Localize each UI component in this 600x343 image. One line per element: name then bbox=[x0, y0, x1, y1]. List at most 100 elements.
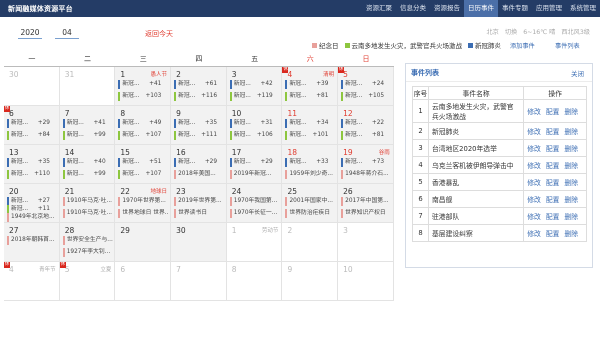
day-cell[interactable]: 30 bbox=[4, 67, 60, 106]
delete-action[interactable]: 删除 bbox=[564, 108, 578, 116]
calendar-event[interactable]: 世界地球日 世界... bbox=[118, 209, 168, 218]
day-cell[interactable]: 28 世界安全生产与... 1927年李大钊... bbox=[59, 223, 116, 262]
day-cell[interactable]: 16 新冠... +29 2018年美国... bbox=[171, 145, 227, 184]
calendar-event[interactable]: 新冠... +111 bbox=[174, 131, 224, 140]
edit-action[interactable]: 修改 bbox=[527, 213, 541, 221]
day-cell[interactable]: 18 新冠... +33 1959年刘少奇... bbox=[282, 145, 339, 184]
calendar-event[interactable]: 新冠... +51 bbox=[118, 158, 168, 167]
day-cell[interactable]: 31 bbox=[59, 67, 116, 106]
edit-action[interactable]: 修改 bbox=[527, 230, 541, 238]
day-cell[interactable]: 9 bbox=[282, 262, 339, 301]
calendar-event[interactable]: 新冠... +119 bbox=[229, 92, 280, 101]
calendar-event[interactable]: 2001年国家中... bbox=[285, 197, 335, 206]
config-action[interactable]: 配置 bbox=[546, 196, 560, 204]
delete-action[interactable]: 删除 bbox=[564, 128, 578, 136]
calendar-event[interactable]: 1959年刘少奇... bbox=[285, 170, 335, 179]
calendar-event[interactable]: 新冠... +49 bbox=[118, 119, 168, 128]
calendar-event[interactable]: 1910年马克·吐... bbox=[62, 209, 113, 218]
calendar-event[interactable]: 世界读书日 bbox=[174, 209, 224, 218]
back-to-today-button[interactable]: 返回今天 bbox=[145, 29, 173, 39]
edit-action[interactable]: 修改 bbox=[527, 128, 541, 136]
calendar-event[interactable]: 新冠... +39 bbox=[285, 80, 335, 89]
calendar-event[interactable]: 新冠... +40 bbox=[62, 158, 113, 167]
config-action[interactable]: 配置 bbox=[546, 108, 560, 116]
config-action[interactable]: 配置 bbox=[546, 213, 560, 221]
calendar-event[interactable]: 新冠... +42 bbox=[229, 80, 280, 89]
day-cell[interactable]: 6 bbox=[115, 262, 172, 301]
calendar-event[interactable]: 新冠... +110 bbox=[7, 170, 57, 179]
nav-item[interactable]: 事件专题 bbox=[498, 0, 532, 17]
day-cell[interactable]: 23 2019年世界第... 世界读书日 bbox=[171, 184, 227, 223]
panel-close-button[interactable]: 关闭 bbox=[571, 68, 584, 78]
config-action[interactable]: 配置 bbox=[546, 145, 560, 153]
event-list-link[interactable]: 事件列表 bbox=[555, 41, 580, 50]
calendar-event[interactable]: 新冠... +81 bbox=[341, 131, 391, 140]
calendar-event[interactable]: 新冠... +105 bbox=[341, 92, 391, 101]
calendar-event[interactable]: 新冠... +29 bbox=[174, 158, 224, 167]
day-cell[interactable]: 1 劳动节 bbox=[226, 223, 283, 262]
calendar-event[interactable]: 2019年新冠... bbox=[229, 170, 280, 179]
day-cell[interactable]: 19 谷雨 新冠... +73 1948年蒋介石... bbox=[338, 145, 394, 184]
day-cell[interactable]: 8 新冠... +49 新冠... +107 bbox=[115, 106, 172, 145]
day-cell[interactable]: 3 bbox=[338, 223, 394, 262]
calendar-event[interactable]: 2018年美国... bbox=[174, 170, 224, 179]
day-cell[interactable]: 9 新冠... +35 新冠... +111 bbox=[171, 106, 227, 145]
calendar-event[interactable]: 新冠... +116 bbox=[174, 92, 224, 101]
day-cell[interactable]: 7 bbox=[171, 262, 227, 301]
calendar-event[interactable]: 2017年中国第... bbox=[341, 197, 391, 206]
calendar-event[interactable]: 1970年长征一... bbox=[229, 209, 280, 218]
calendar-event[interactable]: 1927年李大钊... bbox=[62, 248, 113, 257]
calendar-event[interactable]: 新冠... +29 bbox=[7, 119, 57, 128]
day-cell[interactable]: 6 休新冠... +29 新冠... +84 bbox=[4, 106, 60, 145]
delete-action[interactable]: 删除 bbox=[564, 213, 578, 221]
edit-action[interactable]: 修改 bbox=[527, 108, 541, 116]
calendar-event[interactable]: 新冠... +34 bbox=[285, 119, 335, 128]
year-select[interactable]: 2020 bbox=[18, 28, 42, 39]
day-cell[interactable]: 30 bbox=[171, 223, 227, 262]
config-action[interactable]: 配置 bbox=[546, 230, 560, 238]
delete-action[interactable]: 删除 bbox=[564, 230, 578, 238]
delete-action[interactable]: 删除 bbox=[564, 196, 578, 204]
config-action[interactable]: 配置 bbox=[546, 179, 560, 187]
day-cell[interactable]: 2 新冠... +61 新冠... +116 bbox=[171, 67, 227, 106]
day-cell[interactable]: 10 新冠... +31 新冠... +106 bbox=[226, 106, 283, 145]
calendar-event[interactable]: 新冠... +99 bbox=[62, 170, 113, 179]
day-cell[interactable]: 17 新冠... +29 2019年新冠... bbox=[226, 145, 283, 184]
nav-item[interactable]: 应用管理 bbox=[532, 0, 566, 17]
calendar-event[interactable]: 1949年北京地... bbox=[7, 213, 57, 222]
calendar-event[interactable]: 1970年我国第... bbox=[229, 197, 280, 206]
month-select[interactable]: 04 bbox=[55, 28, 79, 39]
day-cell[interactable]: 15 新冠... +51 新冠... +107 bbox=[115, 145, 172, 184]
day-cell[interactable]: 21 1910年马克·吐... 1910年马克·吐... bbox=[59, 184, 116, 223]
calendar-event[interactable]: 新冠... +33 bbox=[285, 158, 335, 167]
nav-item[interactable]: 资源汇聚 bbox=[362, 0, 396, 17]
calendar-event[interactable]: 新冠... +35 bbox=[7, 158, 57, 167]
calendar-event[interactable]: 世界安全生产与... bbox=[62, 236, 113, 245]
day-cell[interactable]: 14 新冠... +40 新冠... +99 bbox=[59, 145, 116, 184]
calendar-event[interactable]: 新冠... +107 bbox=[118, 170, 168, 179]
day-cell[interactable]: 11 新冠... +34 新冠... +101 bbox=[282, 106, 339, 145]
nav-item[interactable]: 信息分类 bbox=[396, 0, 430, 17]
calendar-event[interactable]: 新冠... +73 bbox=[341, 158, 391, 167]
nav-item[interactable]: 日历事件 bbox=[464, 0, 498, 17]
calendar-event[interactable]: 新冠... +81 bbox=[285, 92, 335, 101]
nav-item[interactable]: 系统管理 bbox=[566, 0, 600, 17]
day-cell[interactable]: 2 bbox=[282, 223, 339, 262]
delete-action[interactable]: 删除 bbox=[564, 145, 578, 153]
calendar-event[interactable]: 1970年世界第... bbox=[118, 197, 168, 206]
calendar-event[interactable]: 新冠... +61 bbox=[174, 80, 224, 89]
calendar-event[interactable]: 新冠... +29 bbox=[229, 158, 280, 167]
calendar-event[interactable]: 新冠... +84 bbox=[7, 131, 57, 140]
day-cell[interactable]: 20 新冠... +27 新冠... +11 1949年北京地... bbox=[4, 184, 60, 223]
calendar-event[interactable]: 1948年蒋介石... bbox=[341, 170, 391, 179]
edit-action[interactable]: 修改 bbox=[527, 196, 541, 204]
day-cell[interactable]: 29 bbox=[115, 223, 172, 262]
nav-item[interactable]: 资源报告 bbox=[430, 0, 464, 17]
calendar-event[interactable]: 新冠... +31 bbox=[229, 119, 280, 128]
calendar-event[interactable]: 新冠... +107 bbox=[118, 131, 168, 140]
day-cell[interactable]: 10 bbox=[338, 262, 394, 301]
calendar-event[interactable]: 新冠... +35 bbox=[174, 119, 224, 128]
calendar-event[interactable]: 新冠... +22 bbox=[341, 119, 391, 128]
edit-action[interactable]: 修改 bbox=[527, 162, 541, 170]
calendar-event[interactable]: 新冠... +41 bbox=[118, 80, 168, 89]
